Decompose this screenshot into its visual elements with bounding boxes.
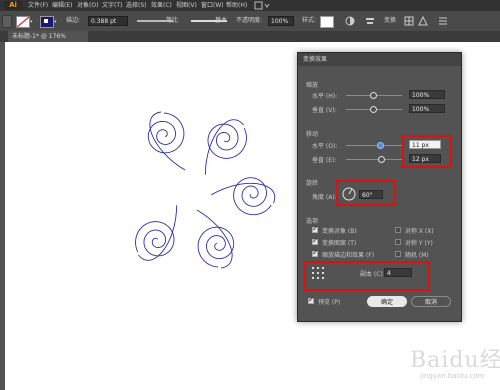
- spiral-curl[interactable]: [147, 112, 185, 154]
- rotate-highlight-box: [336, 180, 396, 206]
- random-label[interactable]: 随机 (M): [405, 250, 429, 259]
- move-horizontal-track[interactable]: [346, 145, 402, 146]
- move-horizontal-label: 水平 (O):: [312, 143, 338, 150]
- reflect-y-checkbox[interactable]: [395, 239, 401, 245]
- spiral-curl[interactable]: [197, 226, 235, 268]
- move-vertical-label: 垂直 (E):: [312, 157, 337, 164]
- move-vertical-track[interactable]: [346, 159, 402, 160]
- spiral-copy[interactable]: [196, 209, 235, 269]
- copies-highlight-box: [304, 261, 430, 291]
- transform-objects-checkbox[interactable]: [312, 224, 319, 233]
- move-highlight-box: [402, 135, 452, 168]
- transform-patterns-checkbox[interactable]: [312, 236, 319, 245]
- spiral-curl[interactable]: [227, 172, 279, 223]
- move-vertical-thumb[interactable]: [378, 156, 385, 163]
- move-section-label: 移动: [306, 131, 319, 138]
- spiral-copy[interactable]: [126, 205, 195, 266]
- scale-horizontal-field[interactable]: 100%: [409, 90, 445, 99]
- transform-objects-label[interactable]: 变换对象 (B): [322, 226, 357, 235]
- rotate-angle-label: 角度 (A):: [312, 194, 337, 201]
- transform-effect-dialog: 变换效果 缩放 水平 (H): 100% 垂直 (V): 100% 移动 水平 …: [297, 52, 462, 322]
- spiral-arm[interactable]: [211, 164, 279, 223]
- reflect-x-checkbox[interactable]: [395, 227, 401, 233]
- spiral-curl[interactable]: [128, 215, 180, 266]
- random-checkbox[interactable]: [395, 251, 401, 257]
- rotate-section-label: 旋转: [306, 180, 319, 187]
- preview-label[interactable]: 预览 (P): [318, 297, 340, 306]
- reflect-y-label[interactable]: 对称 Y (Y): [405, 238, 433, 247]
- spiral-curl[interactable]: [202, 115, 254, 166]
- scale-horizontal-thumb[interactable]: [370, 92, 377, 99]
- scale-strokes-label[interactable]: 缩放描边和效果 (F): [322, 250, 374, 259]
- scale-vertical-label: 垂直 (V):: [312, 107, 337, 114]
- watermark-logo: Baidu经验: [410, 348, 500, 373]
- scale-section-label: 缩放: [306, 82, 319, 89]
- spiral-copy[interactable]: [147, 111, 186, 171]
- watermark-url: jingyan.baidu.com: [420, 372, 485, 380]
- spiral-copy[interactable]: [187, 114, 256, 175]
- scale-vertical-thumb[interactable]: [370, 106, 377, 113]
- preview-checkbox[interactable]: [308, 295, 315, 304]
- scale-vertical-field[interactable]: 100%: [409, 104, 445, 113]
- ok-button[interactable]: 确定: [367, 296, 407, 307]
- scale-strokes-checkbox[interactable]: [312, 248, 319, 257]
- move-horizontal-thumb[interactable]: [377, 142, 384, 149]
- spiral-copy[interactable]: [211, 163, 280, 224]
- transform-patterns-label[interactable]: 变换图案 (T): [322, 238, 356, 247]
- scale-horizontal-label: 水平 (H):: [312, 93, 338, 100]
- dialog-title[interactable]: 变换效果: [298, 53, 461, 66]
- cancel-button[interactable]: 取消: [411, 296, 451, 307]
- reflect-x-label[interactable]: 对称 X (X): [405, 226, 434, 235]
